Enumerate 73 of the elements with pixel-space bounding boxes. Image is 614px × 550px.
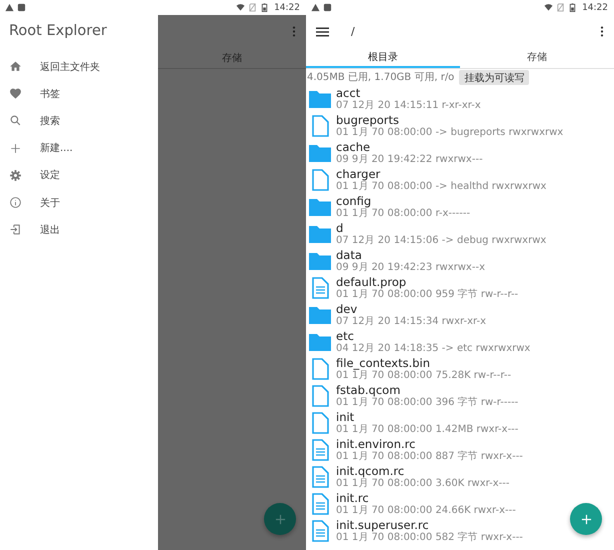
file-name[interactable]: cache	[336, 140, 483, 154]
file-name[interactable]: init.environ.rc	[336, 437, 523, 451]
mount-button[interactable]: 挂载为可读写	[459, 70, 530, 84]
menu-icon[interactable]	[316, 26, 329, 36]
file-details: 07 12月 20 14:15:06 -> debug rwxrwxrwx	[336, 235, 546, 246]
plus-icon	[580, 514, 592, 524]
file-details: 07 12月 20 14:15:34 rwxr-xr-x	[336, 316, 486, 327]
file-name[interactable]: charger	[336, 167, 546, 181]
notification-icon	[17, 3, 26, 12]
file-details: 09 9月 20 19:42:23 rwxrwx--x	[336, 262, 485, 273]
file-name[interactable]: init.qcom.rc	[336, 464, 510, 478]
tab[interactable]: 根目录	[306, 48, 460, 68]
file-name[interactable]: init.rc	[336, 491, 516, 505]
tab-label: 存储	[222, 52, 242, 65]
notification-icon	[323, 3, 332, 12]
status-time: 14:22	[582, 2, 608, 12]
plus-icon	[274, 514, 286, 524]
file-details: 01 1月 70 08:00:00 24.66K rwxr-x---	[336, 505, 516, 516]
file-details: 07 12月 20 14:15:11 r-xr-xr-x	[336, 100, 481, 111]
file-name[interactable]: config	[336, 194, 470, 208]
storage-info: 4.05MB 已用, 1.70GB 可用, r/o	[307, 71, 454, 84]
more-icon	[292, 26, 296, 37]
battery-icon	[260, 3, 270, 12]
drawer-item[interactable]: 新建....	[0, 134, 158, 162]
search-icon	[9, 114, 22, 128]
wifi-icon	[544, 3, 554, 12]
file-name[interactable]: d	[336, 221, 546, 235]
settings-icon	[9, 168, 22, 182]
heart-icon	[9, 87, 22, 100]
file-details: 04 12月 20 14:18:35 -> etc rwxrwxrwx	[336, 343, 530, 354]
file-name[interactable]: init.superuser.rc	[336, 518, 523, 532]
exit-icon	[9, 223, 22, 236]
status-time: 14:22	[274, 2, 300, 12]
add-button[interactable]	[570, 503, 602, 535]
file-name[interactable]: default.prop	[336, 275, 518, 289]
file-details: 01 1月 70 08:00:00 396 字节 rw-r-----	[336, 397, 518, 408]
wifi-icon	[236, 3, 246, 12]
sim-icon	[248, 3, 258, 12]
drawer-item[interactable]: 书签	[0, 80, 158, 108]
file-name[interactable]: bugreports	[336, 113, 564, 127]
file-details: 01 1月 70 08:00:00 959 字节 rw-r--r--	[336, 289, 518, 300]
file-details: 01 1月 70 08:00:00 582 字节 rwxr-x---	[336, 532, 523, 543]
file-details: 01 1月 70 08:00:00 1.42MB rwxr-x---	[336, 424, 518, 435]
sim-icon	[556, 3, 566, 12]
drawer-item[interactable]: 设定	[0, 162, 158, 189]
drawer-item[interactable]: 搜索	[0, 107, 158, 135]
file-name[interactable]: file_contexts.bin	[336, 356, 512, 370]
file-name[interactable]: data	[336, 248, 485, 262]
file-name[interactable]: etc	[336, 329, 530, 343]
file-name[interactable]: dev	[336, 302, 486, 316]
app-title: Root Explorer	[8, 23, 108, 41]
tab[interactable]: 存储	[460, 48, 614, 68]
file-details: 01 1月 70 08:00:00 75.28K rw-r--r--	[336, 370, 512, 381]
drawer-item[interactable]: 关于	[0, 188, 158, 216]
warning-icon	[311, 3, 320, 12]
warning-icon	[5, 3, 14, 12]
file-details: 01 1月 70 08:00:00 -> healthd rwxrwxrwx	[336, 181, 546, 192]
more-icon[interactable]	[600, 26, 604, 37]
file-details: 01 1月 70 08:00:00 3.60K rwxr-x---	[336, 478, 510, 489]
file-name[interactable]: fstab.qcom	[336, 383, 518, 397]
info-icon	[9, 196, 22, 210]
battery-icon	[568, 3, 578, 12]
current-path: /	[351, 25, 356, 38]
drawer-item[interactable]: 返回主文件夹	[0, 53, 158, 80]
drawer-item[interactable]: 退出	[0, 216, 158, 244]
file-details: 01 1月 70 08:00:00 -> bugreports rwxrwxrwx	[336, 127, 564, 138]
file-name[interactable]: acct	[336, 86, 481, 100]
file-details: 01 1月 70 08:00:00 r-x------	[336, 208, 470, 219]
home-icon	[9, 60, 22, 74]
plus-icon	[9, 142, 22, 155]
file-details: 09 9月 20 19:42:22 rwxrwx---	[336, 154, 483, 165]
file-details: 01 1月 70 08:00:00 887 字节 rwxr-x---	[336, 451, 523, 462]
file-name[interactable]: init	[336, 410, 518, 424]
